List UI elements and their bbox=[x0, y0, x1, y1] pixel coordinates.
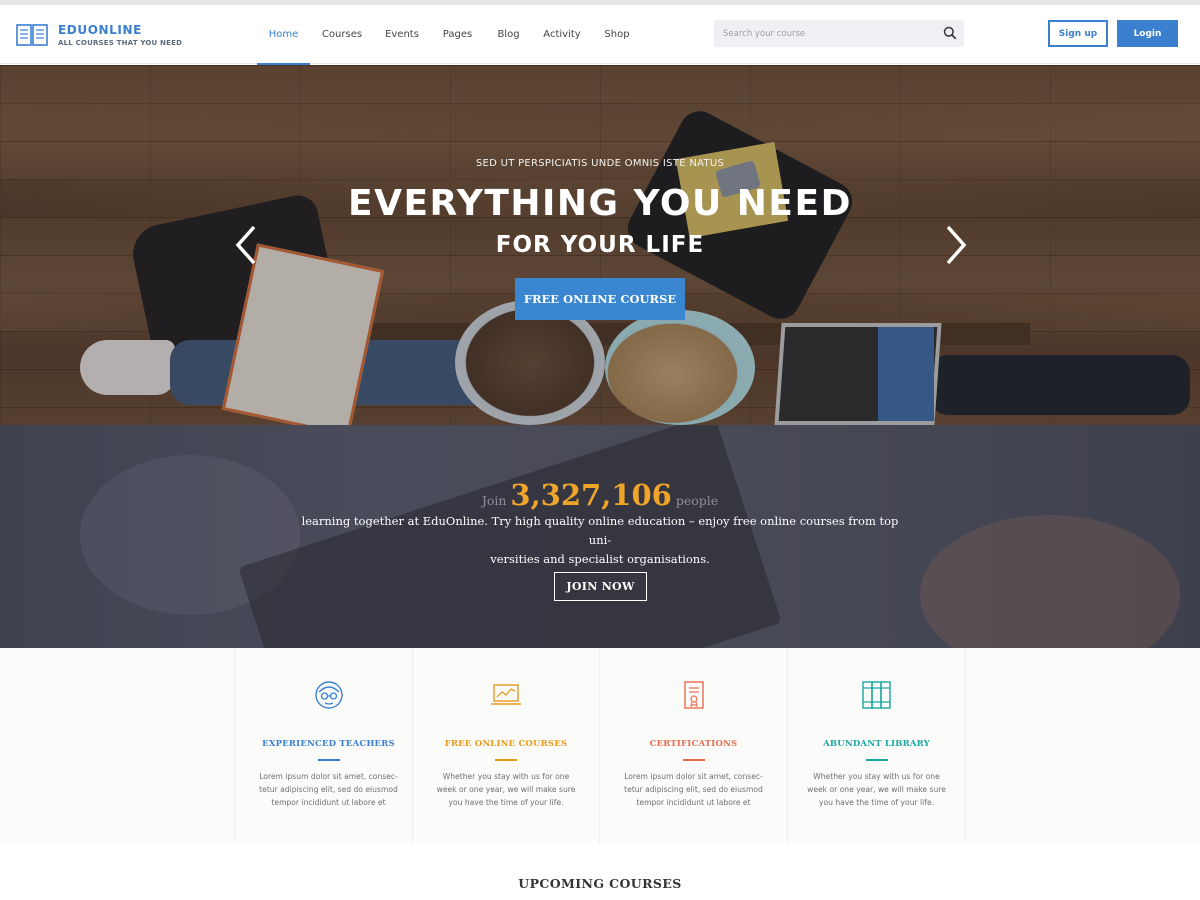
feature-text-line: you have the time of your life. bbox=[818, 798, 935, 807]
certificate-icon bbox=[683, 681, 704, 709]
feature-title: EXPERIENCED TEACHERS bbox=[262, 739, 395, 749]
feature-text-line: week or one year, we will make sure bbox=[807, 785, 946, 794]
background-blur bbox=[920, 515, 1180, 648]
feature-text-line: week or one year, we will make sure bbox=[436, 785, 576, 794]
feature-title: CERTIFICATIONS bbox=[649, 739, 738, 749]
feature-text-line: tempor incididunt ut labore et bbox=[636, 798, 751, 807]
nav-blog[interactable]: Blog bbox=[485, 5, 532, 64]
feature-divider bbox=[495, 759, 517, 761]
feature-title: ABUNDANT LIBRARY bbox=[823, 739, 930, 749]
feature-divider bbox=[317, 759, 340, 761]
free-course-button[interactable]: FREE ONLINE COURSE bbox=[515, 278, 685, 320]
feature-text-line: you have the time of your life. bbox=[448, 798, 564, 807]
search-box bbox=[714, 20, 964, 47]
feature-text-line: Lorem ipsum dolor sit amet, consec- bbox=[259, 772, 398, 781]
hero-title: EVERYTHING YOU NEED bbox=[347, 183, 852, 224]
hero-subtitle: FOR YOUR LIFE bbox=[495, 232, 705, 258]
hero-slider: SED UT PERSPICIATIS UNDE OMNIS ISTE NATU… bbox=[0, 65, 1200, 425]
feature-text-line: Whether you stay with us for one bbox=[442, 772, 570, 781]
login-button[interactable]: Login bbox=[1117, 20, 1178, 47]
logo-text: EDUONLINE ALL COURSES THAT YOU NEED bbox=[58, 23, 182, 48]
laptop-chart-icon bbox=[491, 684, 521, 705]
join-suffix: people bbox=[675, 493, 719, 508]
nav-events[interactable]: Events bbox=[374, 5, 430, 64]
feature-text-line: tempor incididunt ut labore et bbox=[271, 798, 386, 807]
logo-name: EDUONLINE bbox=[58, 22, 142, 37]
feature-text-line: tetur adipiscing elit, sed do eiusmod bbox=[259, 785, 398, 794]
site-logo[interactable]: EDUONLINE ALL COURSES THAT YOU NEED bbox=[16, 20, 206, 50]
upcoming-courses-heading: UPCOMING COURSES bbox=[518, 876, 682, 891]
search-input[interactable] bbox=[714, 20, 934, 47]
feature-text: Whether you stay with us for one week or… bbox=[429, 770, 583, 809]
features-section: EXPERIENCED TEACHERS Lorem ipsum dolor s… bbox=[0, 648, 1200, 844]
feature-text: Lorem ipsum dolor sit amet, consec- tetu… bbox=[251, 770, 406, 809]
feature-text-line: Lorem ipsum dolor sit amet, consec- bbox=[624, 772, 763, 781]
feature-text-line: Whether you stay with us for one bbox=[813, 772, 940, 781]
feature-text-line: tetur adipiscing elit, sed do eiusmod bbox=[624, 785, 763, 794]
nav-activity[interactable]: Activity bbox=[532, 5, 592, 64]
join-headline: Join 3,327,106 people bbox=[0, 478, 1200, 512]
search-icon[interactable] bbox=[943, 26, 957, 40]
feature-card-library: ABUNDANT LIBRARY Whether you stay with u… bbox=[787, 648, 966, 844]
nav-home[interactable]: Home bbox=[257, 5, 310, 65]
site-header: EDUONLINE ALL COURSES THAT YOU NEED Home… bbox=[0, 5, 1200, 65]
nav-shop[interactable]: Shop bbox=[592, 5, 642, 64]
nav-courses[interactable]: Courses bbox=[310, 5, 374, 64]
join-description-line: learning together at EduOnline. Try high… bbox=[301, 514, 899, 547]
join-banner: Join 3,327,106 people learning together … bbox=[0, 425, 1200, 648]
chevron-right-icon[interactable] bbox=[940, 223, 970, 267]
feature-card-teachers: EXPERIENCED TEACHERS Lorem ipsum dolor s… bbox=[234, 648, 422, 844]
teacher-icon bbox=[314, 681, 343, 709]
open-book-icon bbox=[16, 24, 48, 46]
logo-tagline: ALL COURSES THAT YOU NEED bbox=[58, 38, 183, 47]
join-description-line: versities and specialist organisations. bbox=[490, 552, 710, 566]
feature-card-certifications: CERTIFICATIONS Lorem ipsum dolor sit ame… bbox=[599, 648, 787, 844]
chevron-left-icon[interactable] bbox=[232, 223, 262, 267]
feature-title: FREE ONLINE COURSES bbox=[444, 739, 568, 749]
nav-pages[interactable]: Pages bbox=[430, 5, 485, 64]
signup-button[interactable]: Sign up bbox=[1048, 20, 1108, 47]
feature-divider bbox=[682, 759, 705, 761]
learner-count: 3,327,106 bbox=[510, 478, 672, 512]
join-description: learning together at EduOnline. Try high… bbox=[300, 512, 900, 569]
feature-divider bbox=[865, 759, 888, 761]
hero-kicker: SED UT PERSPICIATIS UNDE OMNIS ISTE NATU… bbox=[475, 158, 725, 169]
join-now-button[interactable]: JOIN NOW bbox=[554, 572, 647, 601]
feature-card-free-courses: FREE ONLINE COURSES Whether you stay wit… bbox=[412, 648, 599, 844]
feature-text: Whether you stay with us for one week or… bbox=[804, 770, 949, 809]
books-icon bbox=[861, 681, 891, 709]
feature-text: Lorem ipsum dolor sit amet, consec- tetu… bbox=[616, 770, 771, 809]
join-prefix: Join bbox=[481, 493, 507, 508]
main-nav: Home Courses Events Pages Blog Activity … bbox=[257, 5, 642, 65]
